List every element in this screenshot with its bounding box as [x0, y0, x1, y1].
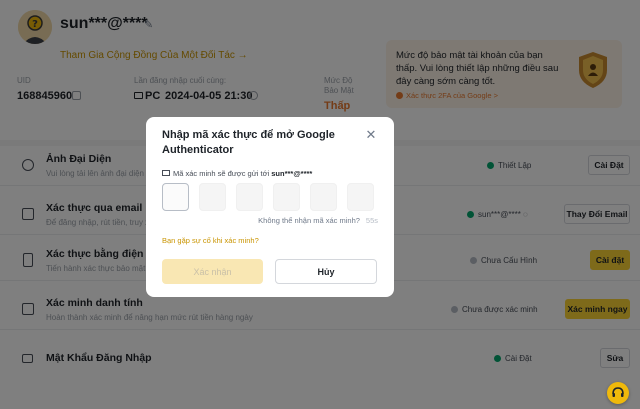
headset-icon [612, 387, 624, 397]
sent-prefix: Mã xác minh sẽ được gửi tới [173, 169, 270, 178]
google-auth-modal: Nhập mã xác thực để mở Google Authentica… [146, 117, 394, 297]
resend-link[interactable]: Không thể nhận mã xác minh? [258, 216, 360, 225]
code-digit-input[interactable] [236, 183, 263, 211]
close-icon[interactable]: ✕ [365, 128, 377, 141]
sent-to-email: sun***@**** [271, 169, 313, 178]
modal-title: Nhập mã xác thực để mở Google Authentica… [162, 129, 335, 156]
code-digit-input[interactable] [310, 183, 337, 211]
resend-line: Không thể nhận mã xác minh? 55s [258, 216, 378, 225]
code-digit-input[interactable] [347, 183, 374, 211]
confirm-button[interactable]: Xác nhận [162, 259, 263, 284]
code-digit-input[interactable] [273, 183, 300, 211]
resend-timer: 55s [365, 216, 378, 225]
mail-icon [162, 170, 170, 176]
code-digit-input[interactable] [162, 183, 189, 211]
sent-to-line: Mã xác minh sẽ được gửi tới sun***@**** [162, 169, 312, 178]
help-link[interactable]: Bạn gặp sự cố khi xác minh? [162, 236, 259, 245]
cancel-button[interactable]: Hủy [275, 259, 377, 284]
code-input-group [162, 183, 378, 211]
code-digit-input[interactable] [199, 183, 226, 211]
support-chat-button[interactable] [607, 382, 629, 404]
